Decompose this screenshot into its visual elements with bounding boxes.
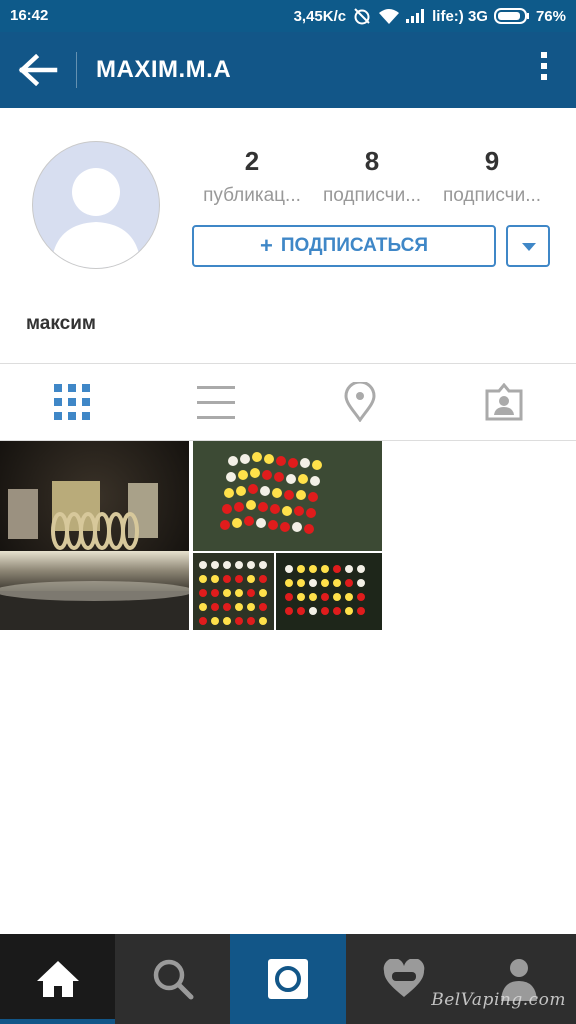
location-pin-icon bbox=[344, 382, 376, 422]
grid-view-icon bbox=[54, 384, 90, 420]
status-right: 3,45K/c life:) 3G 76% bbox=[294, 7, 566, 25]
watermark: BelVaping.com bbox=[431, 990, 566, 1010]
stat-following[interactable]: 9 подписчи... bbox=[432, 146, 552, 207]
tab-grid-view[interactable] bbox=[0, 365, 144, 439]
heart-icon bbox=[383, 959, 424, 997]
battery-percent: 76% bbox=[535, 7, 566, 25]
nav-profile[interactable] bbox=[461, 934, 576, 1024]
follow-dropdown-button[interactable] bbox=[506, 225, 550, 267]
home-icon bbox=[36, 961, 79, 997]
app-bar: MAXIM.M.A bbox=[0, 32, 576, 108]
vape-coil-photo bbox=[0, 441, 189, 630]
stat-posts[interactable]: 2 публикац... bbox=[192, 146, 312, 207]
divider bbox=[0, 363, 576, 364]
follow-button[interactable]: + ПОДПИСАТЬСЯ bbox=[192, 225, 496, 267]
default-avatar-icon bbox=[51, 168, 141, 268]
tab-location[interactable] bbox=[288, 365, 432, 439]
tagged-photos-icon bbox=[485, 383, 523, 421]
alarm-off-icon bbox=[354, 8, 370, 25]
page-title: MAXIM.M.A bbox=[96, 56, 232, 83]
camera-icon bbox=[268, 959, 308, 999]
back-button[interactable] bbox=[18, 53, 58, 87]
status-bar: 16:42 3,45K/c life:) 3G 76% bbox=[0, 0, 576, 32]
nav-camera[interactable] bbox=[230, 934, 346, 1024]
stat-following-count: 9 bbox=[484, 146, 500, 176]
battery-icon bbox=[493, 8, 529, 24]
plus-icon: + bbox=[259, 233, 273, 258]
bottom-nav bbox=[0, 934, 576, 1024]
list-view-icon bbox=[197, 385, 235, 419]
carrier-label: life:) 3G bbox=[432, 7, 488, 25]
stat-following-label: подписчи... bbox=[442, 185, 542, 206]
network-speed: 3,45K/c bbox=[293, 7, 347, 25]
app-bar-separator bbox=[76, 52, 77, 88]
post-thumbnail[interactable] bbox=[193, 441, 382, 630]
stat-posts-count: 2 bbox=[244, 146, 260, 176]
follow-button-label: ПОДПИСАТЬСЯ bbox=[280, 235, 429, 256]
caret-down-icon bbox=[522, 243, 536, 251]
search-icon bbox=[153, 959, 193, 1000]
tab-list-view[interactable] bbox=[144, 365, 288, 439]
wifi-icon bbox=[379, 9, 400, 24]
nav-activity[interactable] bbox=[346, 934, 461, 1024]
avatar[interactable] bbox=[32, 141, 160, 269]
nav-home[interactable] bbox=[0, 934, 115, 1024]
tab-tagged[interactable] bbox=[432, 365, 576, 439]
profile-full-name: максим bbox=[26, 313, 96, 334]
eliquid-bottles-photo bbox=[193, 441, 382, 630]
nav-search[interactable] bbox=[115, 934, 230, 1024]
kebab-menu-icon[interactable] bbox=[536, 52, 552, 88]
arrow-left-icon bbox=[18, 53, 58, 87]
stat-followers-label: подписчи... bbox=[322, 185, 422, 206]
stat-posts-label: публикац... bbox=[203, 185, 301, 206]
post-thumbnail[interactable] bbox=[0, 441, 189, 630]
status-time: 16:42 bbox=[10, 7, 49, 24]
stat-followers-count: 8 bbox=[364, 146, 380, 176]
signal-icon bbox=[406, 9, 425, 23]
stat-followers[interactable]: 8 подписчи... bbox=[312, 146, 432, 207]
